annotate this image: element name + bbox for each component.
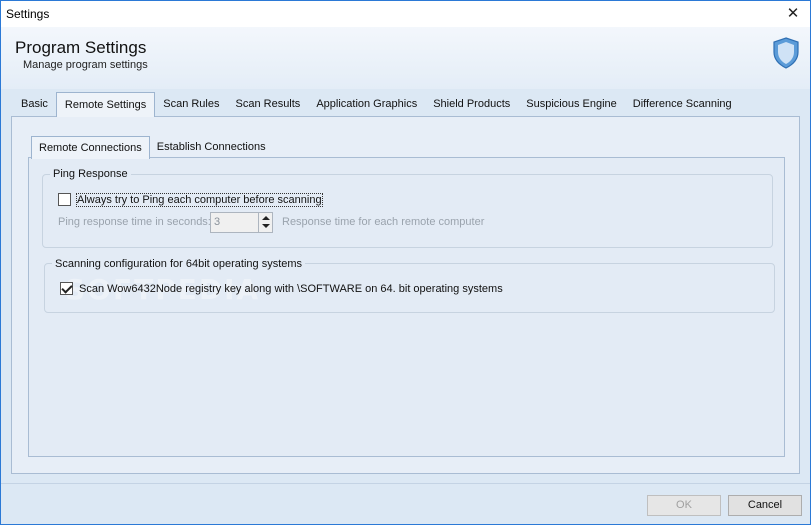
dialog-footer: OK Cancel <box>1 483 810 524</box>
scan64-checkbox[interactable] <box>60 282 73 295</box>
tab-basic[interactable]: Basic <box>13 93 56 116</box>
settings-tabs: Basic Remote Settings Scan Rules Scan Re… <box>13 92 740 117</box>
scan64-checkbox-label[interactable]: Scan Wow6432Node registry key along with… <box>79 283 503 295</box>
ping-checkbox-label[interactable]: Always try to Ping each computer before … <box>76 192 323 207</box>
shield-icon <box>773 37 799 69</box>
ping-time-stepper[interactable]: 3 <box>210 212 273 233</box>
ping-checkbox[interactable] <box>58 193 71 206</box>
scan64-title: Scanning configuration for 64bit operati… <box>52 258 306 270</box>
settings-window: Settings ✕ Program Settings Manage progr… <box>0 0 811 525</box>
stepper-down-icon[interactable] <box>262 224 270 228</box>
window-title: Settings <box>6 7 50 21</box>
ping-checkbox-row[interactable]: Always try to Ping each computer before … <box>58 192 323 207</box>
ping-time-value[interactable]: 3 <box>214 216 220 228</box>
ok-button[interactable]: OK <box>647 495 721 516</box>
tab-difference-scanning[interactable]: Difference Scanning <box>625 93 740 116</box>
ping-time-hint: Response time for each remote computer <box>282 216 485 228</box>
ping-response-title: Ping Response <box>50 168 131 180</box>
scan64-checkbox-row[interactable]: Scan Wow6432Node registry key along with… <box>60 282 503 295</box>
stepper-arrows[interactable] <box>258 213 272 232</box>
tab-remote-settings[interactable]: Remote Settings <box>55 92 156 117</box>
tab-scan-results[interactable]: Scan Results <box>228 93 309 116</box>
header-banner: Program Settings Manage program settings <box>1 27 810 89</box>
tab-application-graphics[interactable]: Application Graphics <box>308 93 425 116</box>
page-subtitle: Manage program settings <box>23 59 148 71</box>
title-bar: Settings ✕ <box>1 1 810 27</box>
tab-scan-rules[interactable]: Scan Rules <box>155 93 227 116</box>
subtab-establish-connections[interactable]: Establish Connections <box>150 136 273 158</box>
close-icon[interactable]: ✕ <box>776 1 810 27</box>
ping-time-label: Ping response time in seconds: <box>58 216 211 228</box>
subtab-remote-connections[interactable]: Remote Connections <box>31 136 150 159</box>
remote-subtabs: Remote Connections Establish Connections <box>31 136 273 159</box>
page-title: Program Settings <box>15 38 147 57</box>
tab-shield-products[interactable]: Shield Products <box>425 93 518 116</box>
stepper-up-icon[interactable] <box>262 216 270 220</box>
cancel-button[interactable]: Cancel <box>728 495 802 516</box>
ping-response-group <box>42 174 773 248</box>
tab-suspicious-engine[interactable]: Suspicious Engine <box>518 93 625 116</box>
